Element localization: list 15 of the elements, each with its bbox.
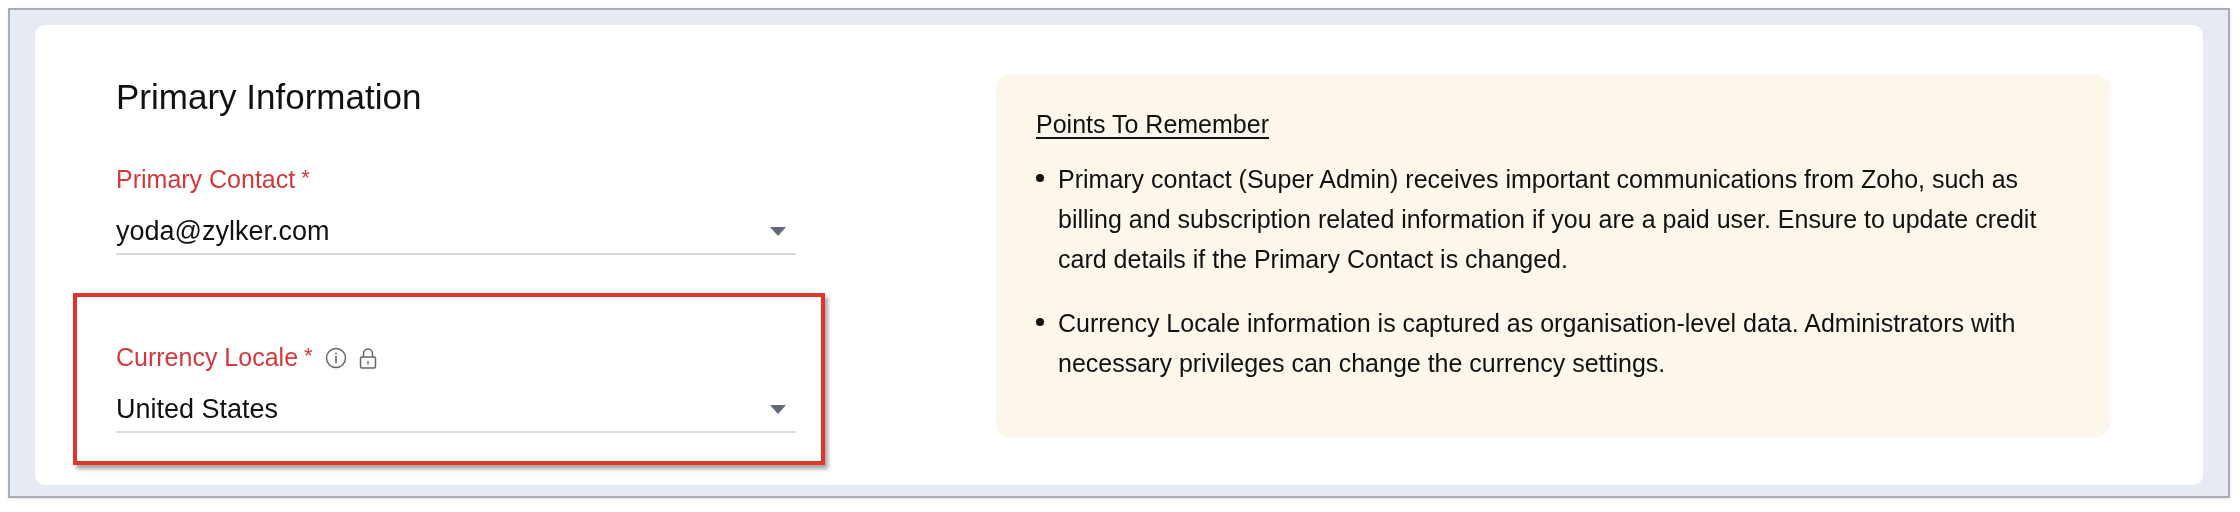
bullet-icon (1036, 174, 1044, 182)
note-text: Currency Locale information is captured as organisation-level data. Administrators with necessary privileges can change the currency settings. (1058, 308, 2017, 379)
bullet-icon (1036, 318, 1044, 326)
info-icon[interactable] (324, 347, 347, 369)
caret-icon (770, 226, 786, 236)
caret-icon (770, 404, 786, 414)
notes-title: Points To Remember (1036, 109, 1269, 140)
note-text: Primary contact (Super Admin) receives important communications from Zoho, such as billing and subscription related information if you are a paid user. Ensure to update credit card details if the Primary Contact is changed. (1058, 164, 2038, 275)
field-label: Primary Contact (116, 164, 296, 196)
select-field[interactable]: yoda@zylker.com (116, 209, 796, 255)
field-label: Currency Locale (116, 342, 299, 374)
required-mark: * (301, 164, 310, 192)
section-title: Primary Information (116, 77, 422, 117)
select-field[interactable]: United States (116, 387, 796, 433)
required-mark: * (304, 342, 313, 370)
